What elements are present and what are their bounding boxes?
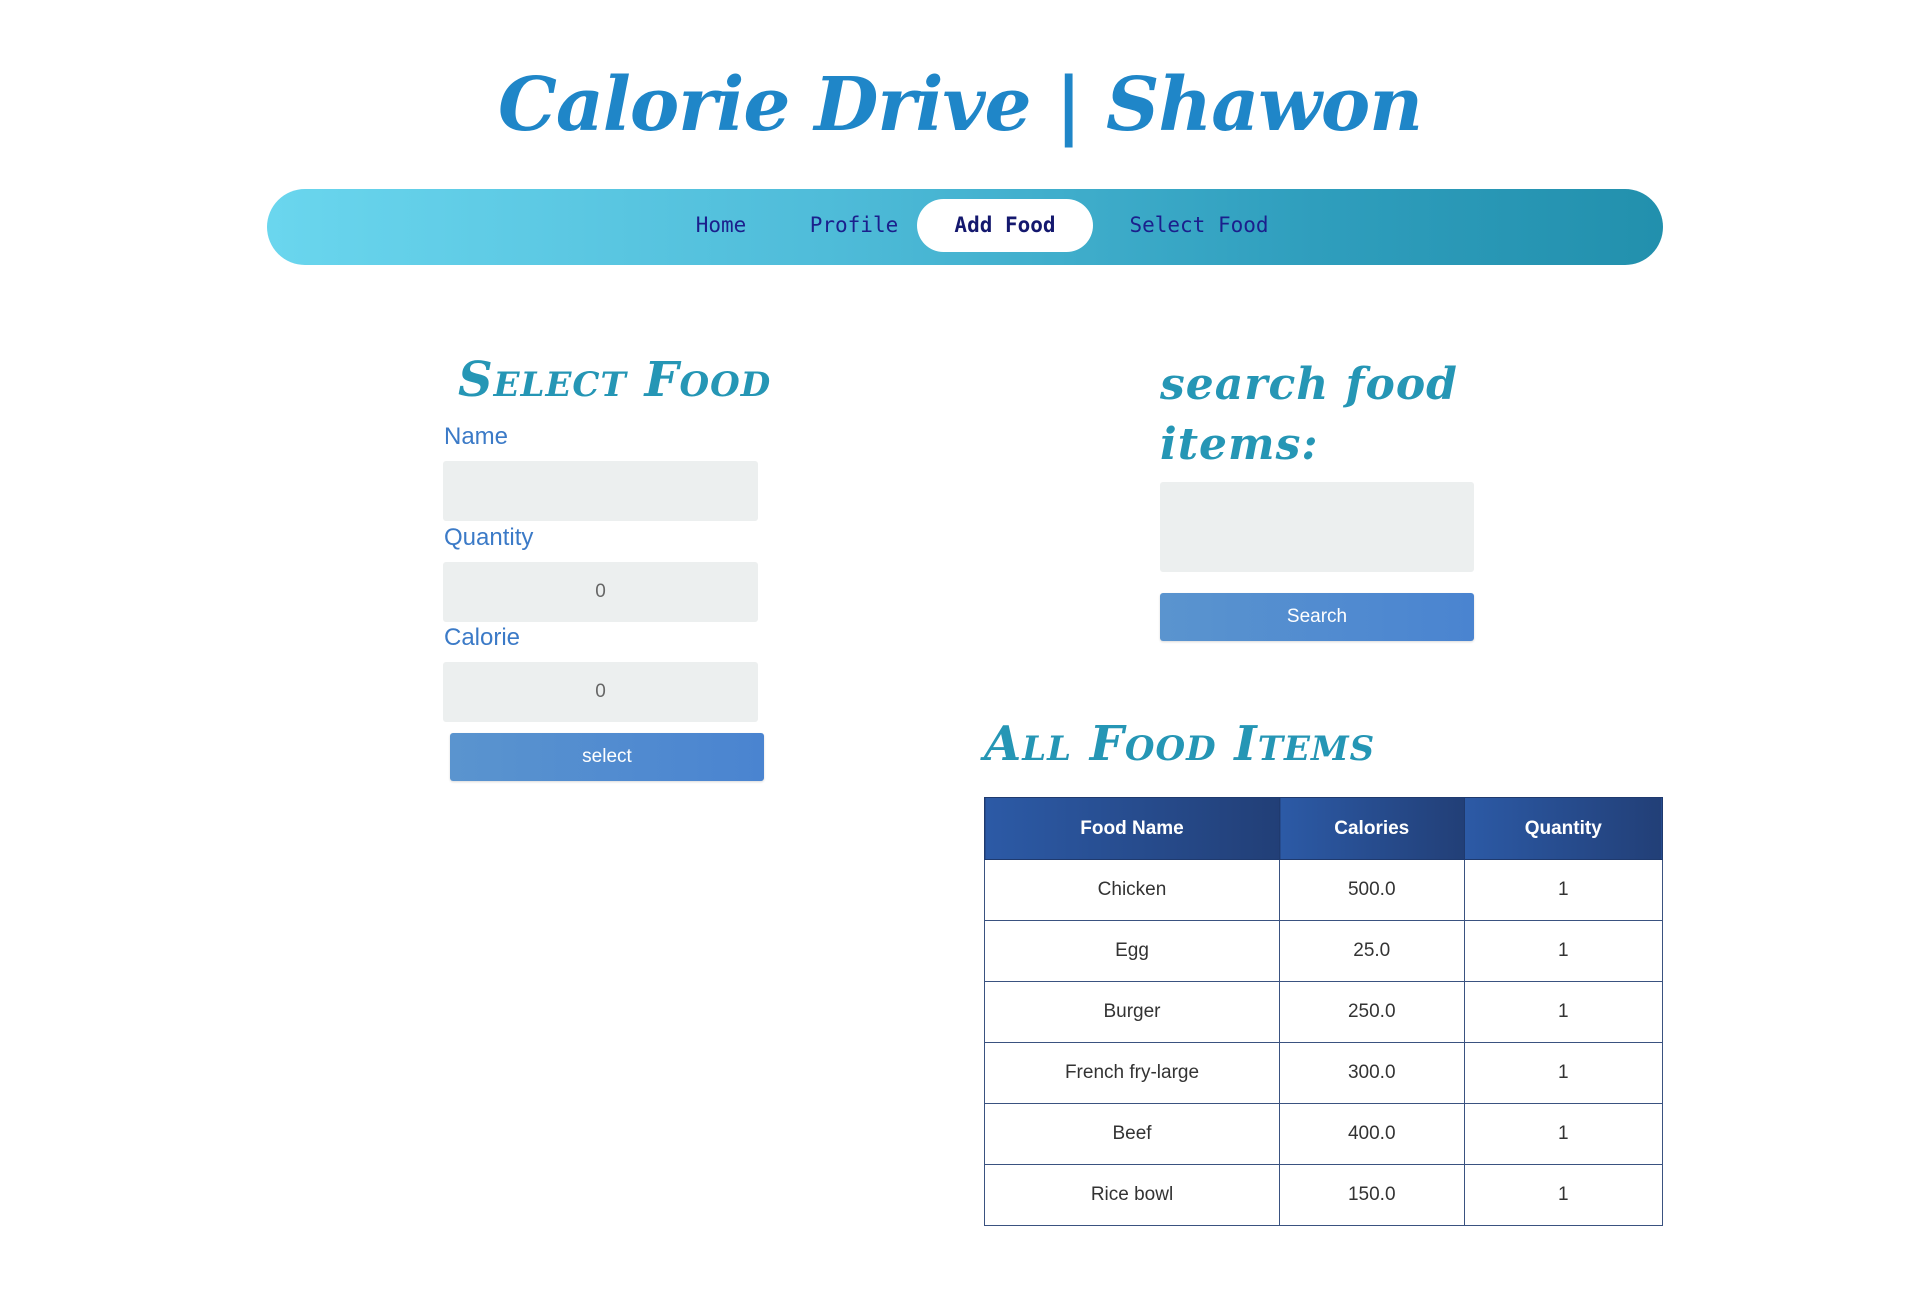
cell-food-name: Beef bbox=[984, 1103, 1280, 1165]
nav-add-food-link[interactable]: Add Food bbox=[917, 199, 1093, 252]
cell-calories: 150.0 bbox=[1279, 1164, 1465, 1226]
navbar: Home Profile Add Food Select Food bbox=[267, 189, 1663, 265]
all-food-heading: All Food Items bbox=[984, 716, 1376, 772]
cell-food-name: Rice bowl bbox=[984, 1164, 1280, 1226]
cell-calories: 500.0 bbox=[1279, 859, 1465, 921]
select-button[interactable]: select bbox=[450, 733, 764, 781]
nav-profile-link[interactable]: Profile bbox=[799, 199, 909, 252]
nav-select-food-link[interactable]: Select Food bbox=[1119, 199, 1279, 252]
column-header-quantity: Quantity bbox=[1463, 797, 1664, 860]
quantity-label: Quantity bbox=[444, 524, 534, 551]
column-header-food-name: Food Name bbox=[984, 797, 1280, 860]
cell-food-name: French fry-large bbox=[984, 1042, 1280, 1104]
page: Calorie Drive | Shawon Home Profile Add … bbox=[0, 0, 1920, 1303]
cell-quantity: 1 bbox=[1463, 1042, 1664, 1104]
cell-calories: 25.0 bbox=[1279, 920, 1465, 982]
search-heading-line-1: search food bbox=[1160, 359, 1458, 410]
table-row: French fry-large 300.0 1 bbox=[984, 1042, 1664, 1104]
cell-quantity: 1 bbox=[1463, 1164, 1664, 1226]
calorie-label: Calorie bbox=[444, 624, 521, 651]
search-input[interactable] bbox=[1160, 482, 1474, 572]
table-row: Beef 400.0 1 bbox=[984, 1103, 1664, 1165]
table-header-row: Food Name Calories Quantity bbox=[984, 797, 1664, 860]
cell-food-name: Chicken bbox=[984, 859, 1280, 921]
cell-quantity: 1 bbox=[1463, 920, 1664, 982]
cell-food-name: Burger bbox=[984, 981, 1280, 1043]
cell-calories: 300.0 bbox=[1279, 1042, 1465, 1104]
cell-quantity: 1 bbox=[1463, 859, 1664, 921]
table-row: Burger 250.0 1 bbox=[984, 981, 1664, 1043]
column-header-calories: Calories bbox=[1279, 797, 1465, 860]
search-heading: search food items: bbox=[1160, 355, 1458, 475]
table-row: Rice bowl 150.0 1 bbox=[984, 1164, 1664, 1226]
name-label: Name bbox=[444, 423, 509, 450]
cell-food-name: Egg bbox=[984, 920, 1280, 982]
cell-quantity: 1 bbox=[1463, 1103, 1664, 1165]
cell-calories: 250.0 bbox=[1279, 981, 1465, 1043]
nav-home-link[interactable]: Home bbox=[666, 199, 776, 252]
calorie-input[interactable] bbox=[443, 662, 758, 722]
cell-quantity: 1 bbox=[1463, 981, 1664, 1043]
name-input[interactable] bbox=[443, 461, 758, 521]
search-heading-line-2: items: bbox=[1160, 419, 1319, 470]
site-title: Calorie Drive | Shawon bbox=[497, 62, 1423, 148]
quantity-input[interactable] bbox=[443, 562, 758, 622]
select-food-heading: Select Food bbox=[458, 352, 772, 408]
cell-calories: 400.0 bbox=[1279, 1103, 1465, 1165]
search-button[interactable]: Search bbox=[1160, 593, 1474, 641]
table-row: Egg 25.0 1 bbox=[984, 920, 1664, 982]
food-table: Food Name Calories Quantity Chicken 500.… bbox=[984, 797, 1664, 1226]
table-row: Chicken 500.0 1 bbox=[984, 859, 1664, 921]
